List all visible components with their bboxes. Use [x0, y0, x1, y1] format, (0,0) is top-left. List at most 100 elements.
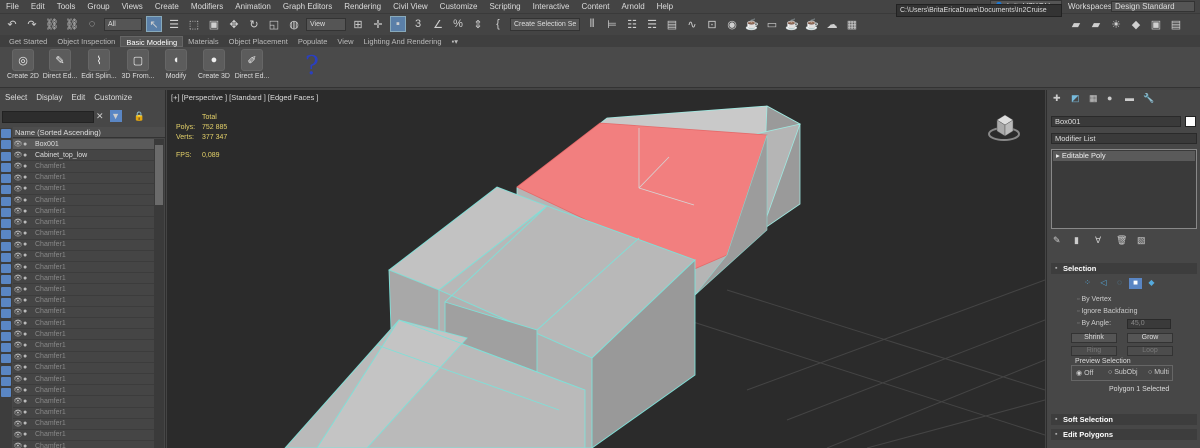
explorer-menu-customize[interactable]: Customize	[94, 93, 132, 102]
explorer-search-input[interactable]	[2, 111, 94, 123]
by-vertex-checkbox[interactable]: By Vertex	[1077, 296, 1111, 303]
align-icon[interactable]: ⊨	[604, 16, 620, 32]
filter-icon[interactable]: ▼	[109, 110, 122, 122]
render-production-icon[interactable]: ☕	[784, 16, 800, 32]
reference-coordinate-dropdown[interactable]: View	[306, 17, 346, 31]
modifier-stack-entry[interactable]: ▸ Editable Poly	[1053, 151, 1195, 161]
create-2d-button[interactable]: ◎ Create 2D	[5, 49, 41, 86]
freeze-dot-icon[interactable]: ●	[23, 174, 31, 181]
arnold-ipr-icon[interactable]: ▰	[1088, 16, 1104, 32]
visibility-eye-icon[interactable]: 👁	[13, 230, 23, 238]
explorer-filter-icon[interactable]	[1, 162, 11, 172]
freeze-dot-icon[interactable]: ●	[23, 264, 31, 271]
hierarchy-panel-icon[interactable]: ▦	[1089, 93, 1107, 104]
explorer-menu-edit[interactable]: Edit	[71, 93, 85, 102]
pin-stack-icon[interactable]: ✎	[1053, 235, 1074, 246]
menu-create[interactable]: Create	[149, 2, 185, 11]
edit-polygons-rollout-header[interactable]: Edit Polygons	[1051, 429, 1197, 440]
tree-row[interactable]: 👁 ● Chamfer1	[13, 273, 154, 285]
project-path-field[interactable]: C:\Users\BritaEricaDuwe\Documents\In2Cru…	[896, 4, 1062, 17]
menu-file[interactable]: File	[0, 2, 25, 11]
window-crossing-icon[interactable]: ▣	[206, 16, 222, 32]
visibility-eye-icon[interactable]: 👁	[13, 297, 23, 305]
visibility-eye-icon[interactable]: 👁	[13, 375, 23, 383]
shrink-button[interactable]: Shrink	[1071, 333, 1117, 343]
tree-row[interactable]: 👁 ● Chamfer1	[13, 352, 154, 363]
visibility-eye-icon[interactable]: 👁	[13, 241, 23, 249]
remove-modifier-icon[interactable]: 🗑	[1116, 235, 1137, 246]
freeze-dot-icon[interactable]: ●	[23, 185, 31, 192]
material-editor-icon[interactable]: ◉	[724, 16, 740, 32]
select-rotate-icon[interactable]: ↻	[246, 16, 262, 32]
freeze-dot-icon[interactable]: ●	[23, 398, 31, 405]
explorer-scroll-thumb[interactable]	[155, 145, 163, 205]
show-end-result-icon[interactable]: ▮	[1074, 235, 1095, 246]
edit-named-selection-icon[interactable]: {	[490, 16, 506, 32]
menu-modifiers[interactable]: Modifiers	[185, 2, 229, 11]
select-by-name-icon[interactable]: ☰	[166, 16, 182, 32]
tree-row[interactable]: 👁 ● Chamfer1	[13, 284, 154, 296]
ribbon-tab-basic-modeling[interactable]: Basic Modeling	[120, 35, 184, 47]
tree-row[interactable]: 👁 ● Chamfer1	[13, 262, 154, 274]
grow-button[interactable]: Grow	[1127, 333, 1173, 343]
visibility-eye-icon[interactable]: 👁	[13, 185, 23, 193]
visibility-eye-icon[interactable]: 👁	[13, 397, 23, 405]
ribbon-tab-populate[interactable]: Populate	[293, 36, 333, 47]
select-object-icon[interactable]: ↖	[146, 16, 162, 32]
menu-tools[interactable]: Tools	[51, 2, 82, 11]
freeze-dot-icon[interactable]: ●	[23, 230, 31, 237]
tree-row[interactable]: 👁 ● Chamfer1	[13, 329, 154, 341]
angle-snap-icon[interactable]: ∠	[430, 16, 446, 32]
select-scale-icon[interactable]: ◱	[266, 16, 282, 32]
explorer-filter-icon[interactable]	[1, 140, 11, 150]
menu-edit[interactable]: Edit	[25, 2, 51, 11]
rectangular-selection-icon[interactable]: ⬚	[186, 16, 202, 32]
selection-filter-dropdown[interactable]: All	[104, 17, 142, 31]
ribbon-tab-view[interactable]: View	[332, 36, 358, 47]
edge-icon[interactable]: ◁	[1097, 278, 1110, 289]
tree-row[interactable]: 👁 ● Chamfer1	[13, 206, 154, 218]
explorer-menu-display[interactable]: Display	[36, 93, 62, 102]
visibility-eye-icon[interactable]: 👁	[13, 431, 23, 439]
menu-scripting[interactable]: Scripting	[483, 2, 526, 11]
explorer-filter-icon[interactable]	[1, 174, 11, 184]
create-panel-icon[interactable]: ✚	[1053, 93, 1071, 104]
freeze-dot-icon[interactable]: ●	[23, 376, 31, 383]
tree-row[interactable]: 👁 ● Chamfer1	[13, 363, 154, 374]
visibility-eye-icon[interactable]: 👁	[13, 420, 23, 428]
visibility-eye-icon[interactable]: 👁	[13, 386, 23, 394]
preview-multi-radio[interactable]: ○ Multi	[1148, 369, 1169, 376]
explorer-filter-icon[interactable]	[1, 151, 11, 161]
explorer-filter-icon[interactable]	[1, 219, 11, 229]
visibility-eye-icon[interactable]: 👁	[13, 341, 23, 349]
freeze-dot-icon[interactable]: ●	[23, 152, 31, 159]
viewport-label[interactable]: [+] [Perspective ] [Standard ] [Edged Fa…	[171, 93, 318, 102]
loop-button[interactable]: Loop	[1127, 346, 1173, 356]
snaps-toggle-icon[interactable]: 3	[410, 16, 426, 32]
menu-rendering[interactable]: Rendering	[338, 2, 387, 11]
ring-button[interactable]: Ring	[1071, 346, 1117, 356]
border-icon[interactable]: ◌	[1113, 278, 1126, 289]
edit-spline-button[interactable]: ⌇ Edit Splin...	[81, 49, 117, 86]
freeze-dot-icon[interactable]: ●	[23, 387, 31, 394]
preview-off-radio[interactable]: ◉ Off	[1076, 369, 1093, 377]
object-color-swatch[interactable]	[1185, 116, 1196, 127]
visibility-eye-icon[interactable]: 👁	[13, 162, 23, 170]
menu-civil-view[interactable]: Civil View	[387, 2, 434, 11]
redo-icon[interactable]: ↷	[24, 16, 40, 32]
visibility-eye-icon[interactable]: 👁	[13, 174, 23, 182]
schematic-view-icon[interactable]: ⊡	[704, 16, 720, 32]
viewcube-icon[interactable]	[987, 110, 1021, 144]
explorer-filter-icon[interactable]	[1, 196, 11, 206]
freeze-dot-icon[interactable]: ●	[23, 208, 31, 215]
arnold-settings-icon[interactable]: ▣	[1148, 16, 1164, 32]
name-column-header[interactable]: Name (Sorted Ascending)	[13, 127, 165, 138]
render-iterative-icon[interactable]: ☕	[804, 16, 820, 32]
keyboard-shortcut-override-icon[interactable]: ▪	[390, 16, 406, 32]
toggle-ribbon-icon[interactable]: ▤	[664, 16, 680, 32]
motion-panel-icon[interactable]: ●	[1107, 93, 1125, 103]
soft-selection-rollout-header[interactable]: Soft Selection	[1051, 414, 1197, 425]
explorer-filter-icon[interactable]	[1, 297, 11, 307]
explorer-filter-icon[interactable]	[1, 252, 11, 262]
mirror-icon[interactable]: ⫴	[584, 16, 600, 32]
